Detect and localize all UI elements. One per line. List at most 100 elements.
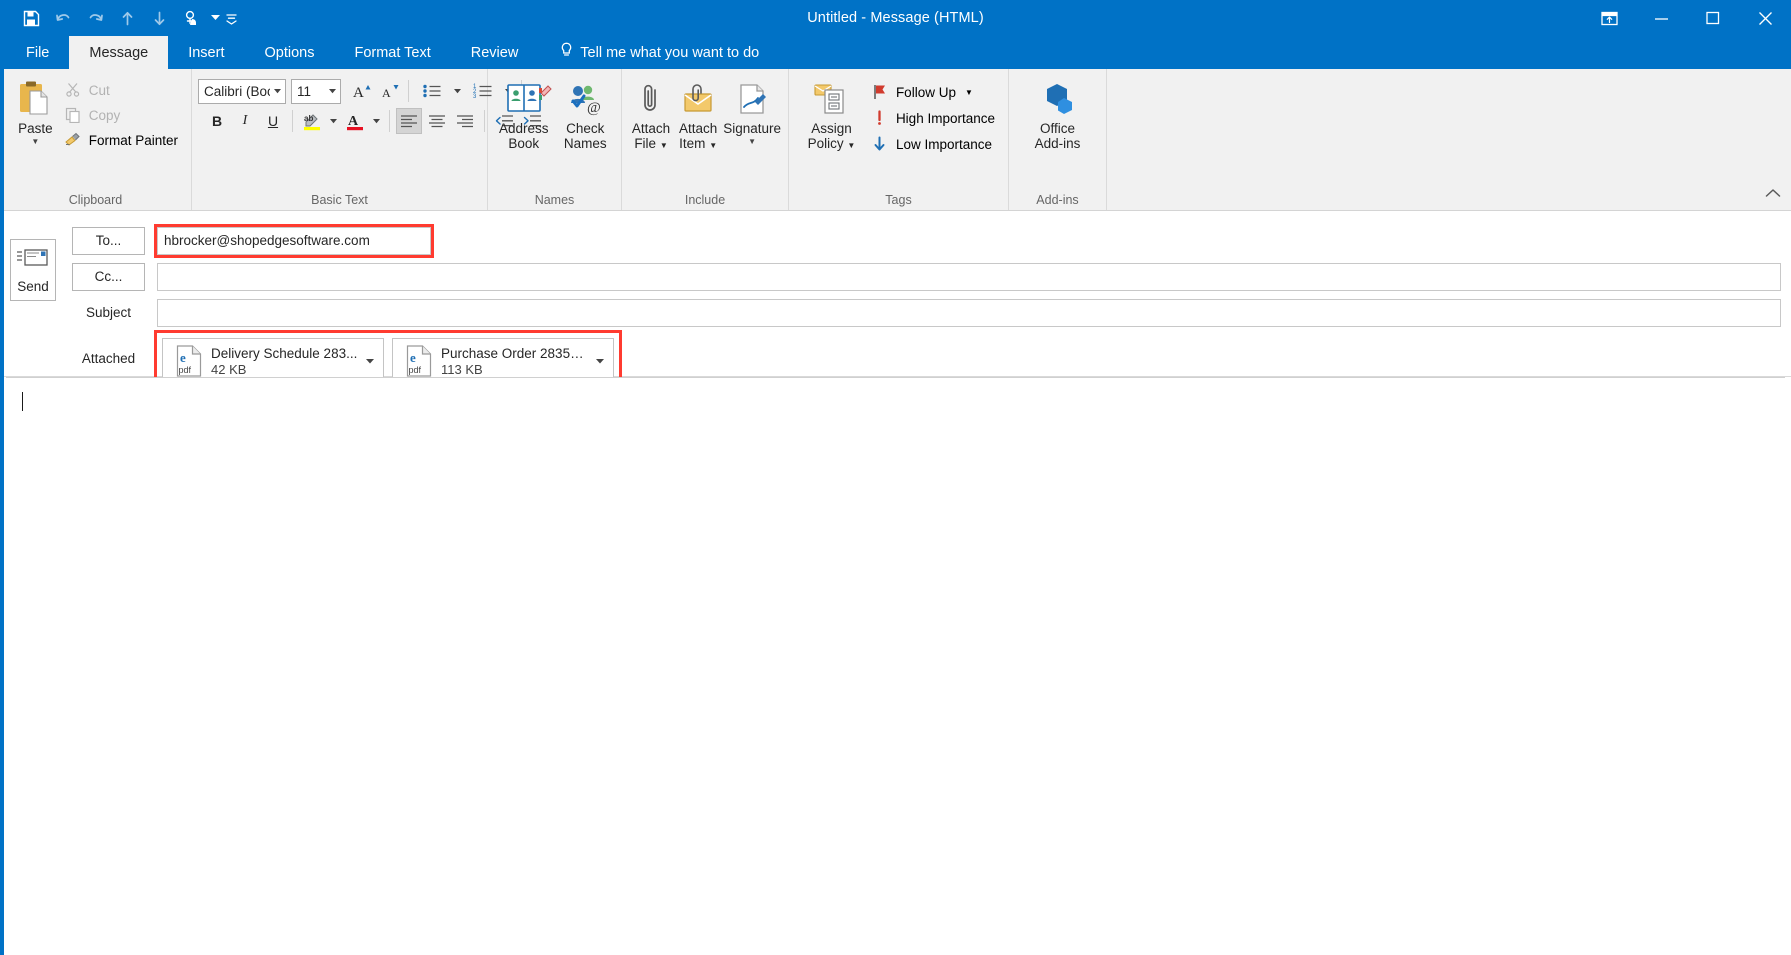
svg-text:3: 3 [473, 94, 477, 99]
save-icon[interactable] [16, 3, 46, 33]
assign-policy-icon [813, 78, 849, 120]
ribbon-group-label-names: Names [534, 193, 575, 207]
tab-insert[interactable]: Insert [168, 36, 244, 69]
font-size-combo[interactable]: 11 [291, 78, 341, 104]
office-addins-button[interactable]: Office Add-ins [1023, 74, 1093, 152]
tell-me-search[interactable]: Tell me what you want to do [538, 36, 773, 69]
lightbulb-icon [560, 42, 573, 63]
message-body[interactable] [6, 377, 1785, 955]
ribbon-group-addins: Office Add-ins Add-ins [1009, 69, 1107, 210]
address-book-button[interactable]: Address Book [494, 74, 554, 152]
compose-header: Send To... hbrocker@shopedgesoftware.com… [0, 211, 1791, 392]
assign-policy-button[interactable]: Assign Policy ▼ [801, 74, 862, 154]
low-importance-button[interactable]: Low Importance [866, 132, 1002, 156]
font-color-dropdown-icon[interactable] [370, 108, 383, 134]
paste-button[interactable]: Paste ▼ [12, 74, 59, 147]
touch-mode-icon[interactable] [176, 3, 206, 33]
cut-label: Cut [88, 82, 110, 98]
check-names-button[interactable]: @ Check Names [556, 74, 616, 152]
send-column: Send [0, 225, 66, 376]
text-cursor [22, 392, 23, 411]
font-name-value: Calibri (Boc [204, 83, 270, 99]
exclamation-icon [871, 110, 889, 126]
bullets-dropdown-icon[interactable] [451, 78, 464, 104]
chevron-down-icon [270, 80, 285, 103]
ribbon-group-tags: Assign Policy ▼ Follow Up ▼ High Importa [789, 69, 1009, 210]
signature-icon [735, 78, 769, 120]
follow-up-button[interactable]: Follow Up ▼ [866, 80, 1002, 104]
window-title: Untitled - Message (HTML) [807, 10, 984, 26]
copy-button[interactable]: Copy [59, 103, 185, 127]
redo-icon[interactable] [80, 3, 110, 33]
check-names-label: Check Names [563, 121, 607, 151]
paste-icon [16, 78, 54, 120]
send-button[interactable]: Send [10, 239, 56, 301]
bold-button[interactable]: B [204, 108, 230, 134]
signature-button[interactable]: Signature ▼ [722, 74, 782, 147]
cc-button[interactable]: Cc... [72, 262, 145, 291]
address-book-label: Address Book [498, 121, 549, 151]
ribbon-group-include: Attach File ▼ Attach Item ▼ Signature ▼ … [622, 69, 789, 210]
high-importance-button[interactable]: High Importance [866, 106, 1002, 130]
tab-message[interactable]: Message [69, 36, 169, 69]
ribbon-display-options-button[interactable] [1583, 0, 1635, 36]
address-book-icon [505, 78, 543, 120]
align-left-button[interactable] [396, 108, 422, 134]
svg-text:ab: ab [304, 114, 313, 123]
svg-text:A: A [348, 114, 359, 129]
tab-file[interactable]: File [6, 36, 69, 69]
collapse-ribbon-button[interactable] [1765, 186, 1781, 204]
window-controls [1583, 0, 1791, 36]
low-importance-label: Low Importance [895, 136, 992, 152]
maximize-button[interactable] [1687, 0, 1739, 36]
ribbon-group-label-addins: Add-ins [1036, 193, 1079, 207]
tab-options[interactable]: Options [244, 36, 334, 69]
format-painter-button[interactable]: Format Painter [59, 128, 185, 152]
copy-label: Copy [88, 107, 121, 123]
cc-input[interactable] [157, 262, 1781, 291]
align-right-button[interactable] [452, 108, 478, 134]
ribbon-group-label-clipboard: Clipboard [68, 193, 123, 207]
close-button[interactable] [1739, 0, 1791, 36]
svg-text:e: e [410, 350, 416, 365]
grow-font-button[interactable]: A [348, 78, 374, 104]
attach-item-label: Attach Item ▼ [679, 121, 718, 151]
ribbon-tab-strip: File Message Insert Options Format Text … [0, 36, 1791, 69]
down-arrow-icon [871, 136, 889, 152]
attach-item-button[interactable]: Attach Item ▼ [675, 74, 721, 154]
chevron-down-icon: ▼ [31, 137, 40, 146]
italic-button[interactable]: I [232, 108, 258, 134]
minimize-button[interactable] [1635, 0, 1687, 36]
subject-row: Subject [66, 297, 1785, 328]
flag-icon [871, 84, 889, 100]
to-input[interactable]: hbrocker@shopedgesoftware.com [154, 223, 434, 258]
chevron-down-icon: ▼ [964, 87, 973, 97]
attach-file-button[interactable]: Attach File ▼ [628, 74, 674, 154]
format-painter-label: Format Painter [88, 132, 178, 148]
divider [389, 110, 390, 132]
to-button[interactable]: To... [72, 226, 145, 255]
tab-review[interactable]: Review [451, 36, 539, 69]
subject-input[interactable] [157, 298, 1781, 327]
chevron-down-icon[interactable] [208, 3, 222, 33]
attachment-size: 113 KB [441, 361, 483, 377]
next-item-icon[interactable] [144, 3, 174, 33]
align-center-button[interactable] [424, 108, 450, 134]
attachment-info: Purchase Order 28351.... 113 KB [436, 346, 591, 377]
tab-format-text[interactable]: Format Text [334, 36, 450, 69]
font-color-button[interactable]: A [342, 108, 368, 134]
bullets-button[interactable] [415, 78, 449, 104]
previous-item-icon[interactable] [112, 3, 142, 33]
window-left-accent-edge [0, 36, 4, 955]
undo-icon[interactable] [48, 3, 78, 33]
cut-button[interactable]: Cut [59, 78, 185, 102]
underline-button[interactable]: U [260, 108, 286, 134]
svg-text:A: A [353, 85, 364, 100]
font-name-combo[interactable]: Calibri (Boc [198, 78, 286, 104]
text-highlight-button[interactable]: ab [299, 108, 325, 134]
shrink-font-button[interactable]: A [376, 78, 402, 104]
customize-quick-access-toolbar-icon[interactable] [224, 3, 238, 33]
text-highlight-dropdown-icon[interactable] [327, 108, 340, 134]
ribbon-group-basic-text: Calibri (Boc 11 A A 1 2 3 B I U ab A Bas… [192, 69, 552, 210]
paintbrush-icon [64, 132, 82, 148]
